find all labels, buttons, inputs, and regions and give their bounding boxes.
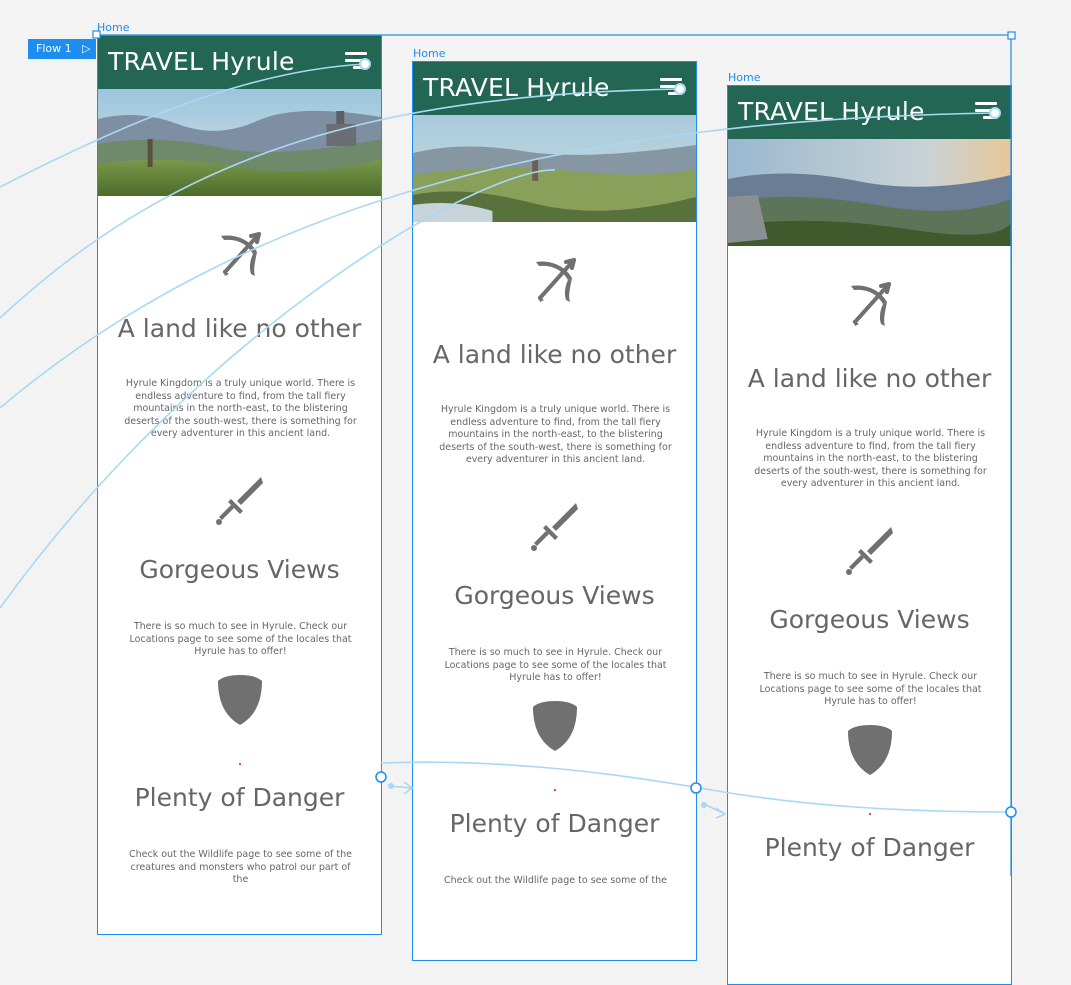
section-heading: Plenty of Danger: [134, 783, 345, 812]
section-paragraph: Hyrule Kingdom is a truly unique world. …: [754, 428, 987, 490]
hero-landscape-image: [728, 139, 1011, 246]
section-paragraph: There is so much to see in Hyrule. Check…: [129, 621, 352, 658]
site-header: TRAVEL Hyrule: [728, 86, 1011, 139]
artboard-label-1[interactable]: Home: [97, 21, 129, 34]
flow-label: Flow 1: [36, 42, 72, 55]
play-icon[interactable]: ▷: [82, 39, 90, 59]
section-heading: A land like no other: [432, 340, 677, 369]
artboard-home-3[interactable]: TRAVEL Hyrule A land like no other Hyrul…: [727, 85, 1012, 985]
brand-title[interactable]: TRAVEL Hyrule: [423, 72, 610, 104]
section-heading: A land like no other: [747, 364, 992, 393]
section-heading: Gorgeous Views: [769, 605, 970, 634]
brand-title[interactable]: TRAVEL Hyrule: [108, 46, 295, 78]
hamburger-menu-icon[interactable]: [345, 52, 367, 72]
sword-icon: [98, 473, 381, 527]
section-paragraph: Check out the Wildlife page to see some …: [443, 875, 668, 886]
sword-icon: [728, 523, 1011, 577]
section-heading: Gorgeous Views: [139, 555, 340, 584]
artboard-label-2[interactable]: Home: [413, 47, 445, 60]
brand-title[interactable]: TRAVEL Hyrule: [738, 96, 925, 128]
artboard-home-2[interactable]: TRAVEL Hyrule A land like no other Hyrul…: [412, 61, 697, 961]
shield-icon: [98, 673, 381, 727]
section-paragraph: There is so much to see in Hyrule. Check…: [444, 647, 667, 684]
site-header: TRAVEL Hyrule: [413, 62, 696, 115]
bow-and-arrow-icon: [98, 228, 381, 278]
shield-icon: [728, 723, 1011, 777]
section-heading: A land like no other: [117, 314, 362, 343]
bow-and-arrow-icon: [413, 254, 696, 304]
bow-and-arrow-icon: [728, 278, 1011, 328]
flow-start-badge[interactable]: Flow 1 ▷: [28, 39, 96, 59]
hamburger-menu-icon[interactable]: [660, 78, 682, 98]
shield-icon: [413, 699, 696, 753]
hero-landscape-image: [413, 115, 696, 222]
section-paragraph: Hyrule Kingdom is a truly unique world. …: [439, 404, 672, 466]
section-paragraph: Hyrule Kingdom is a truly unique world. …: [124, 378, 357, 440]
hero-landscape-image: [98, 89, 381, 196]
site-header: TRAVEL Hyrule: [98, 36, 381, 89]
artboard-label-3[interactable]: Home: [728, 71, 760, 84]
sword-icon: [413, 499, 696, 553]
section-paragraph: There is so much to see in Hyrule. Check…: [759, 671, 982, 708]
section-paragraph: Check out the Wildlife page to see some …: [128, 849, 353, 886]
section-heading: Plenty of Danger: [764, 833, 975, 862]
artboard-home-1[interactable]: TRAVEL Hyrule A land like no other Hyrul…: [97, 35, 382, 935]
hamburger-menu-icon[interactable]: [975, 102, 997, 122]
section-heading: Gorgeous Views: [454, 581, 655, 610]
section-heading: Plenty of Danger: [449, 809, 660, 838]
selection-handle: [1007, 31, 1016, 40]
